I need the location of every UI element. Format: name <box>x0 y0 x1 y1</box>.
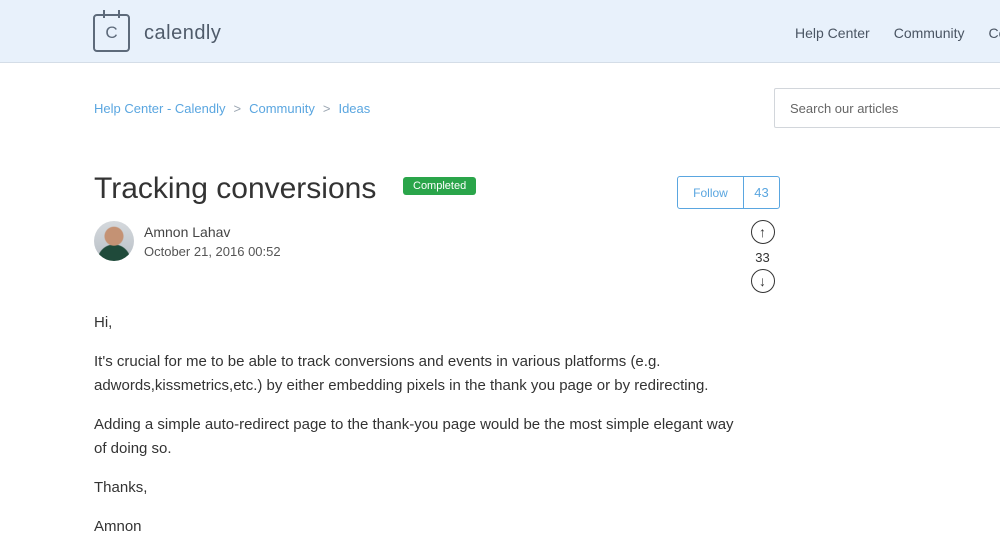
vote-sum: 33 <box>755 250 770 265</box>
top-nav: Help Center Community Co <box>795 25 1000 41</box>
calendly-logo[interactable]: C calendly <box>93 10 222 52</box>
upvote-button[interactable]: ↑ <box>750 220 775 244</box>
logo-letter: C <box>105 23 118 42</box>
downvote-button[interactable]: ↓ <box>750 269 775 293</box>
site-header: C calendly Help Center Community Co <box>0 0 1000 63</box>
post-body: Hi, It's crucial for me to be able to tr… <box>94 311 744 554</box>
follower-count: 43 <box>754 185 769 200</box>
post-paragraph: Thanks, <box>94 479 148 496</box>
post-paragraph: Amnon <box>94 518 142 535</box>
nav-community[interactable]: Community <box>894 25 965 41</box>
post-paragraph: It's crucial for me to be able to track … <box>94 353 709 394</box>
vote-widget: ↑ 33 ↓ <box>750 220 775 293</box>
post-paragraph: Adding a simple auto-redirect page to th… <box>94 416 734 457</box>
follow-label[interactable]: Follow <box>678 177 744 208</box>
post-paragraph: Hi, <box>94 314 113 331</box>
arrow-down-icon: ↓ <box>759 273 766 289</box>
follow-button[interactable]: Follow 43 <box>677 176 780 209</box>
author-name[interactable]: Amnon Lahav <box>144 224 281 240</box>
status-badge: Completed <box>403 177 477 195</box>
nav-contact-truncated[interactable]: Co <box>989 25 1000 41</box>
post-date: October 21, 2016 00:52 <box>144 243 281 259</box>
logo-text: calendly <box>144 21 222 44</box>
breadcrumb-separator: > <box>233 101 242 116</box>
search-input[interactable] <box>774 88 1000 128</box>
nav-help-center[interactable]: Help Center <box>795 25 870 41</box>
breadcrumb-help-center[interactable]: Help Center - Calendly <box>94 101 226 116</box>
avatar[interactable] <box>94 221 134 261</box>
post-title: Tracking conversions <box>94 172 377 205</box>
author-info: Amnon Lahav October 21, 2016 00:52 <box>144 224 281 259</box>
breadcrumb-community[interactable]: Community <box>249 101 315 116</box>
arrow-up-icon: ↑ <box>759 224 766 240</box>
breadcrumb: Help Center - Calendly > Community > Ide… <box>94 101 370 116</box>
calendar-logo-icon: C <box>93 10 130 52</box>
breadcrumb-separator: > <box>322 101 331 116</box>
post-author: Amnon Lahav October 21, 2016 00:52 <box>94 221 281 261</box>
breadcrumb-ideas[interactable]: Ideas <box>338 101 370 116</box>
